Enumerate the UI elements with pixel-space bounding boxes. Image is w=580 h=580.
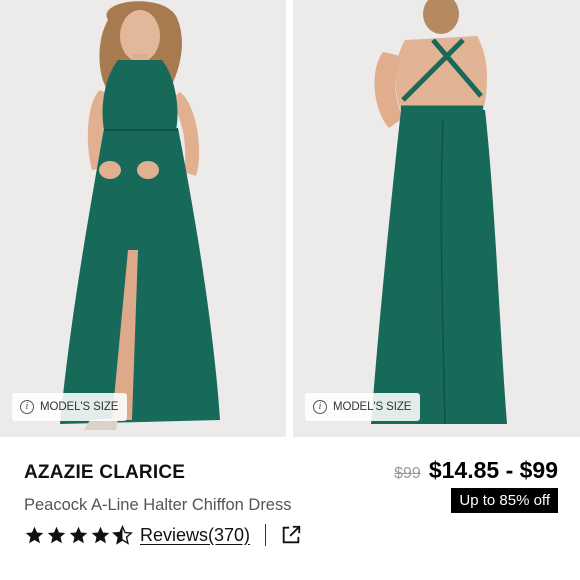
price-row: $99 $14.85 - $99 bbox=[394, 457, 558, 484]
product-photo-front[interactable]: i MODEL'S SIZE bbox=[0, 0, 286, 437]
reviews-link[interactable]: Reviews(370) bbox=[140, 525, 250, 546]
model-size-button[interactable]: i MODEL'S SIZE bbox=[12, 393, 128, 421]
model-front-image bbox=[0, 0, 286, 437]
model-back-image bbox=[293, 0, 580, 437]
divider bbox=[265, 524, 267, 546]
star-icon bbox=[25, 526, 44, 543]
info-icon: i bbox=[20, 400, 34, 414]
product-title: Peacock A-Line Halter Chiffon Dress bbox=[24, 496, 292, 514]
model-size-label: MODEL'S SIZE bbox=[333, 401, 412, 413]
star-icon bbox=[69, 526, 88, 543]
model-size-button[interactable]: i MODEL'S SIZE bbox=[305, 393, 421, 421]
original-price: $99 bbox=[394, 465, 421, 482]
model-size-label: MODEL'S SIZE bbox=[40, 401, 119, 413]
brand-name: AZAZIE CLARICE bbox=[24, 462, 186, 483]
discount-badge: Up to 85% off bbox=[451, 488, 558, 513]
rating-row: Reviews(370) bbox=[24, 524, 302, 546]
sale-price-range: $14.85 - $99 bbox=[428, 457, 558, 483]
star-icon bbox=[91, 526, 110, 543]
product-gallery[interactable]: i MODEL'S SIZE i MODEL'S SIZE bbox=[0, 0, 580, 437]
info-icon: i bbox=[313, 400, 327, 414]
star-rating bbox=[24, 524, 133, 546]
star-icon bbox=[47, 526, 66, 543]
external-link-icon[interactable] bbox=[280, 524, 302, 546]
half-star-icon bbox=[112, 524, 133, 545]
product-photo-back[interactable]: i MODEL'S SIZE bbox=[293, 0, 580, 437]
